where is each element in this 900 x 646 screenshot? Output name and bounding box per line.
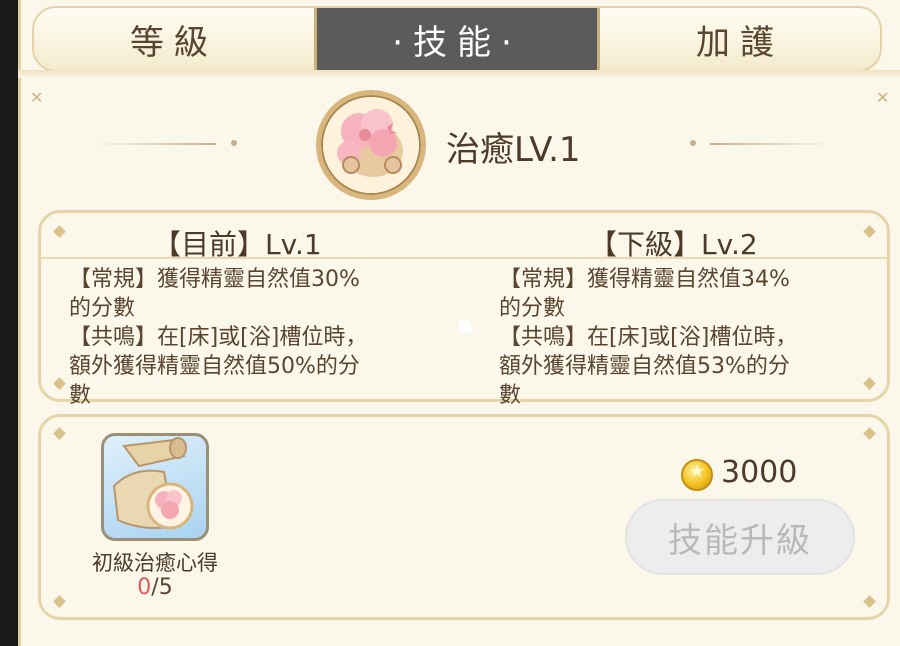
upgrade-requirements-box: 初級治癒心得 0/5 ★ 3000 技能升級: [38, 414, 890, 620]
next-desc-line: 數: [499, 383, 522, 408]
current-desc-line: 數: [69, 383, 92, 408]
tab-skill[interactable]: ·技能·: [314, 8, 600, 70]
decorative-dot: [690, 140, 696, 146]
current-desc-line: 【共鳴】在[床]或[浴]槽位時，: [69, 325, 368, 350]
upgrade-skill-button[interactable]: 技能升級: [625, 499, 855, 575]
decorative-line-right: [710, 143, 830, 145]
current-level-description: 【常規】獲得精靈自然值30% 的分數 【共鳴】在[床]或[浴]槽位時， 額外獲得…: [69, 265, 429, 410]
sparkle-icon: ✕: [30, 88, 44, 107]
corner-diamond-icon: [53, 377, 66, 390]
tab-level[interactable]: 等級: [34, 8, 314, 70]
upgrade-cost: 3000: [721, 455, 798, 490]
skill-title: 治癒LV.1: [446, 130, 581, 170]
corner-diamond-icon: [863, 377, 876, 390]
next-level-header: 【下級】Lv.2: [589, 228, 758, 261]
material-name: 初級治癒心得: [92, 551, 218, 575]
tab-blessing[interactable]: 加護: [600, 8, 880, 70]
next-desc-line: 額外獲得精靈自然值53%的分: [499, 354, 790, 379]
material-have: 0: [137, 575, 152, 600]
decorative-line-left: [96, 143, 216, 145]
current-level-header: 【目前】Lv.1: [153, 228, 322, 261]
healing-skill-icon: [316, 90, 426, 200]
skill-info-box: 【目前】Lv.1 【下級】Lv.2 【常規】獲得精靈自然值30% 的分數 【共鳴…: [38, 210, 890, 408]
corner-diamond-icon: [863, 595, 876, 608]
current-desc-line: 【常規】獲得精靈自然值30%: [69, 267, 360, 292]
tab-bar: 等級 ·技能· 加護: [32, 6, 882, 72]
corner-diamond-icon: [863, 427, 876, 440]
scroll-item-icon[interactable]: [101, 433, 209, 541]
next-desc-line: 的分數: [499, 296, 566, 321]
coin-star-icon: ★: [689, 461, 706, 482]
sparkle-icon: ✕: [876, 88, 890, 107]
tab-bar-shadow: [18, 70, 900, 78]
divider-mark: [459, 321, 471, 333]
material-separator: /: [151, 575, 159, 600]
decorative-dot: [231, 140, 237, 146]
material-count: 0/5: [65, 575, 245, 600]
next-desc-line: 【常規】獲得精靈自然值34%: [499, 267, 790, 292]
current-desc-line: 額外獲得精靈自然值50%的分: [69, 354, 360, 379]
corner-diamond-icon: [53, 427, 66, 440]
corner-diamond-icon: [53, 595, 66, 608]
next-level-description: 【常規】獲得精靈自然值34% 的分數 【共鳴】在[床]或[浴]槽位時， 額外獲得…: [499, 265, 859, 410]
next-desc-line: 【共鳴】在[床]或[浴]槽位時，: [499, 325, 798, 350]
current-desc-line: 的分數: [69, 296, 136, 321]
material-need: 5: [158, 575, 173, 600]
